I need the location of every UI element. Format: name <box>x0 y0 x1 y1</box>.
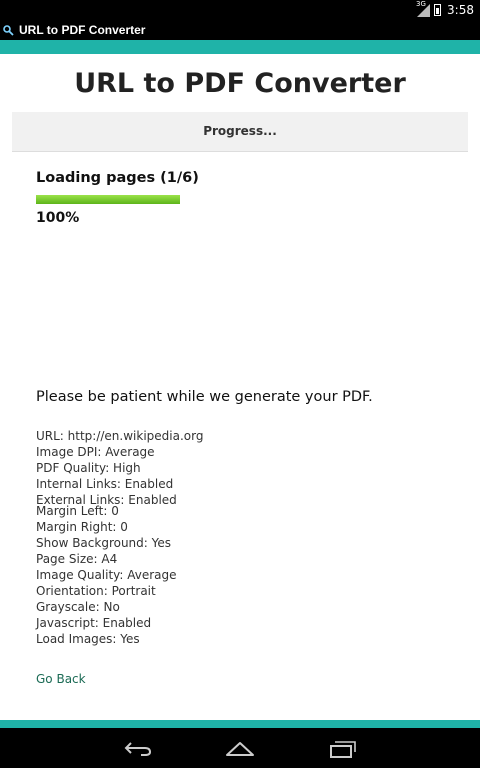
status-icons: 3G 3:58 <box>416 0 474 17</box>
bottom-accent-bar <box>0 720 480 728</box>
status-bar: 3G 3:58 <box>0 0 480 22</box>
main-content: URL to PDF Converter Progress... Loading… <box>0 54 480 720</box>
progress-banner: Progress... <box>12 112 468 152</box>
top-accent-bar <box>0 40 480 54</box>
progress-percent: 100% <box>36 210 80 226</box>
app-bar-title: URL to PDF Converter <box>19 23 146 37</box>
recents-icon <box>330 741 356 758</box>
nav-recents-button[interactable] <box>322 736 362 762</box>
settings-item: URL: http://en.wikipedia.org <box>36 429 204 443</box>
settings-item: Load Images: Yes <box>36 632 140 646</box>
patience-message: Please be patient while we generate your… <box>36 389 373 405</box>
settings-item: Image Quality: Average <box>36 568 177 582</box>
settings-item: Grayscale: No <box>36 600 120 614</box>
nav-back-button[interactable] <box>118 736 158 762</box>
settings-summary: URL: http://en.wikipedia.org Image DPI: A… <box>36 428 203 647</box>
app-title-bar: URL to PDF Converter <box>0 22 480 40</box>
loading-status: Loading pages (1/6) <box>36 170 199 186</box>
back-arrow-icon <box>124 742 152 756</box>
navigation-bar <box>0 728 480 768</box>
home-icon <box>226 742 254 756</box>
settings-item: Image DPI: Average <box>36 445 155 459</box>
settings-item: PDF Quality: High <box>36 461 141 475</box>
nav-home-button[interactable] <box>220 736 260 762</box>
page-title: URL to PDF Converter <box>74 68 406 99</box>
progress-bar-fill <box>36 195 180 204</box>
magnifier-icon <box>3 25 14 36</box>
status-time: 3:58 <box>447 3 474 17</box>
progress-banner-label: Progress... <box>203 124 277 138</box>
settings-item: Internal Links: Enabled <box>36 477 174 491</box>
battery-icon <box>434 4 442 16</box>
signal-icon: 3G <box>416 0 431 17</box>
network-type: 3G <box>416 0 426 8</box>
go-back-link[interactable]: Go Back <box>36 672 86 686</box>
settings-item: Show Background: Yes <box>36 536 172 550</box>
settings-item: Orientation: Portrait <box>36 584 156 598</box>
progress-bar <box>36 195 180 204</box>
settings-item: Margin Right: 0 <box>36 520 128 534</box>
settings-item: Page Size: A4 <box>36 552 118 566</box>
settings-item: Javascript: Enabled <box>36 616 152 630</box>
